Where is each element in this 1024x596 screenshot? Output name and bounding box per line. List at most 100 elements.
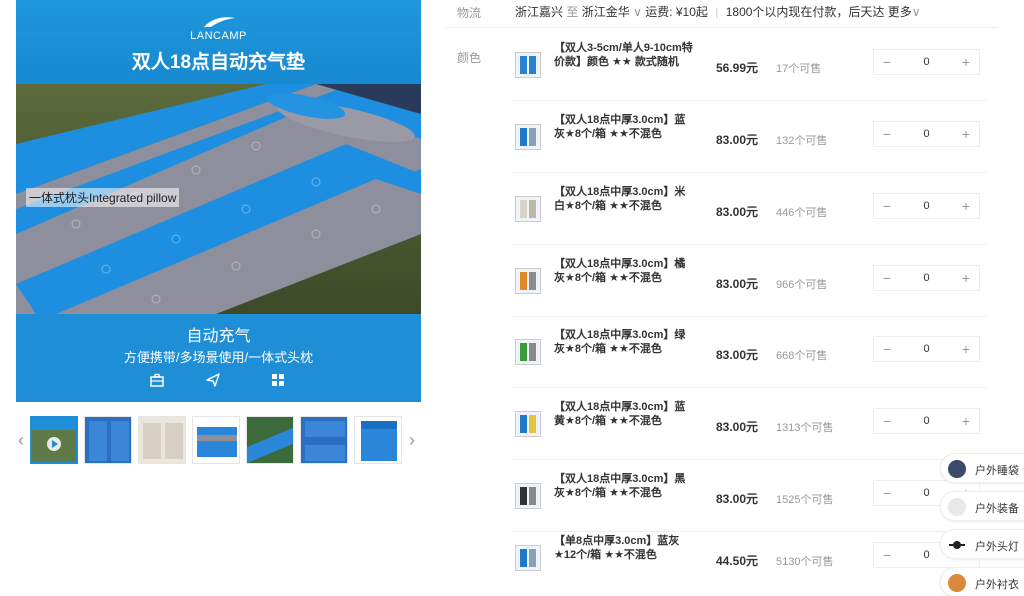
- shipping-fee: 运费: ¥10起: [645, 5, 708, 19]
- quantity-stepper: −+: [873, 265, 980, 291]
- sku-thumbnail[interactable]: [515, 124, 541, 150]
- hero-title: 双人18点自动充气垫: [131, 52, 306, 73]
- sku-color-swatch: [529, 549, 536, 567]
- increase-button[interactable]: +: [953, 409, 979, 433]
- sleeping-bag-icon: [948, 460, 966, 478]
- sku-thumbnail[interactable]: [515, 545, 541, 571]
- thumbnail-image[interactable]: [84, 416, 132, 464]
- sku-name: 【双人18点中厚3.0cm】绿灰★8个/箱 ★★不混色: [554, 329, 686, 355]
- sku-price: 83.00元: [716, 205, 759, 219]
- main-product-image[interactable]: LANCAMP 双人18点自动充气垫 一体式枕头Integrated pillo…: [16, 0, 421, 402]
- decrease-button[interactable]: −: [874, 409, 900, 433]
- sku-color-swatch: [520, 272, 527, 290]
- sku-color-swatch: [520, 415, 527, 433]
- more-label: 更多: [887, 5, 912, 19]
- sku-color-swatch: [520, 128, 527, 146]
- sku-stock: 132个可售: [776, 135, 828, 147]
- sku-color-swatch: [520, 549, 527, 567]
- divider: [446, 27, 998, 28]
- sku-name: 【双人18点中厚3.0cm】黑灰★8个/箱 ★★不混色: [554, 473, 686, 499]
- headlamp-icon: [948, 536, 966, 554]
- quantity-input[interactable]: [904, 409, 949, 433]
- sku-price: 83.00元: [716, 133, 759, 147]
- thumb-next-arrow[interactable]: ›: [407, 430, 417, 451]
- related-item[interactable]: 户外装备: [940, 491, 1024, 521]
- decrease-button[interactable]: −: [874, 543, 900, 567]
- sku-stock: 5130个可售: [776, 556, 834, 568]
- sku-thumbnail[interactable]: [515, 268, 541, 294]
- sku-thumbnail[interactable]: [515, 52, 541, 78]
- sku-stock: 1313个可售: [776, 422, 834, 434]
- quantity-input[interactable]: [904, 337, 949, 361]
- sku-price: 83.00元: [716, 420, 759, 434]
- sku-thumbnail[interactable]: [515, 483, 541, 509]
- sku-row: 【双人18点中厚3.0cm】绿灰★8个/箱 ★★不混色 83.00元 668个可售 −…: [512, 316, 986, 388]
- decrease-button[interactable]: −: [874, 194, 900, 218]
- sku-stock: 966个可售: [776, 279, 828, 291]
- thumbnail-image[interactable]: [192, 416, 240, 464]
- related-label: 户外头灯: [975, 541, 1019, 553]
- sku-thumbnail[interactable]: [515, 411, 541, 437]
- quantity-input[interactable]: [904, 194, 949, 218]
- thumbnail-image[interactable]: [300, 416, 348, 464]
- thumbnail-image[interactable]: [354, 416, 402, 464]
- increase-button[interactable]: +: [953, 266, 979, 290]
- sku-color-swatch: [529, 200, 536, 218]
- sku-row: 【单8点中厚3.0cm】蓝灰★12个/箱 ★★不混色 44.50元 5130个可售 −…: [512, 522, 986, 594]
- logistics-info: 浙江嘉兴 至 浙江金华 ∨ 运费: ¥10起 | 1800个以内现在付款，后天达…: [515, 3, 921, 20]
- thumbnail-image[interactable]: [246, 416, 294, 464]
- chevron-down-icon: ∨: [911, 5, 921, 19]
- sku-name: 【双人18点中厚3.0cm】蓝灰★8个/箱 ★★不混色: [554, 114, 686, 140]
- decrease-button[interactable]: −: [874, 122, 900, 146]
- thumb-prev-arrow[interactable]: ‹: [16, 430, 26, 451]
- briefcase-icon: [149, 372, 165, 388]
- thumbnail-image[interactable]: [138, 416, 186, 464]
- divider: |: [715, 5, 719, 19]
- product-photo: 一体式枕头Integrated pillow: [16, 84, 421, 314]
- sku-name: 【双人18点中厚3.0cm】橘灰★8个/箱 ★★不混色: [554, 258, 686, 284]
- sku-stock: 668个可售: [776, 350, 828, 362]
- brand-logo: LANCAMP: [16, 16, 421, 42]
- decrease-button[interactable]: −: [874, 266, 900, 290]
- hero-icon-row: [16, 372, 421, 390]
- related-item[interactable]: 户外衬衣: [940, 567, 1024, 596]
- color-label: 颜色: [457, 51, 482, 65]
- increase-button[interactable]: +: [953, 194, 979, 218]
- quantity-input[interactable]: [904, 122, 949, 146]
- sku-stock: 1525个可售: [776, 494, 834, 506]
- related-item[interactable]: 户外头灯: [940, 529, 1024, 559]
- brand-logo-text: LANCAMP: [190, 30, 247, 42]
- sku-color-swatch: [529, 128, 536, 146]
- sku-color-swatch: [520, 487, 527, 505]
- brand-swoosh-icon: [203, 17, 235, 27]
- sku-color-swatch: [520, 56, 527, 74]
- sku-row: 【双人18点中厚3.0cm】蓝灰★8个/箱 ★★不混色 83.00元 132个可售 −…: [512, 101, 986, 173]
- more-link[interactable]: 更多∨: [888, 5, 921, 19]
- increase-button[interactable]: +: [953, 337, 979, 361]
- sku-row: 【双人18点中厚3.0cm】蓝黄★8个/箱 ★★不混色 83.00元 1313个可售…: [512, 388, 986, 460]
- thumbnail-video[interactable]: [30, 416, 78, 464]
- decrease-button[interactable]: −: [874, 481, 900, 505]
- paper-plane-icon: [205, 372, 221, 388]
- sku-thumbnail[interactable]: [515, 339, 541, 365]
- related-item[interactable]: 户外睡袋: [940, 453, 1024, 483]
- increase-button[interactable]: +: [953, 50, 979, 74]
- sku-thumbnail[interactable]: [515, 196, 541, 222]
- quantity-input[interactable]: [904, 266, 949, 290]
- grid-icon: [270, 372, 286, 388]
- quantity-stepper: −+: [873, 49, 980, 75]
- quantity-stepper: −+: [873, 408, 980, 434]
- hero-footer: 自动充气 方便携带/多场景使用/一体式头枕: [16, 314, 421, 402]
- sku-row: 【双人18点中厚3.0cm】橘灰★8个/箱 ★★不混色 83.00元 966个可售 −…: [512, 245, 986, 317]
- quantity-input[interactable]: [904, 50, 949, 74]
- decrease-button[interactable]: −: [874, 337, 900, 361]
- hero-features: 方便携带/多场景使用/一体式头枕: [123, 350, 314, 365]
- sku-price: 83.00元: [716, 348, 759, 362]
- increase-button[interactable]: +: [953, 122, 979, 146]
- ship-to-selector[interactable]: 浙江金华 ∨: [582, 5, 642, 19]
- logistics-label: 物流: [457, 6, 482, 20]
- sku-color-swatch: [529, 343, 536, 361]
- hero-subtitle: 自动充气: [186, 328, 251, 345]
- sku-color-swatch: [529, 272, 536, 290]
- decrease-button[interactable]: −: [874, 50, 900, 74]
